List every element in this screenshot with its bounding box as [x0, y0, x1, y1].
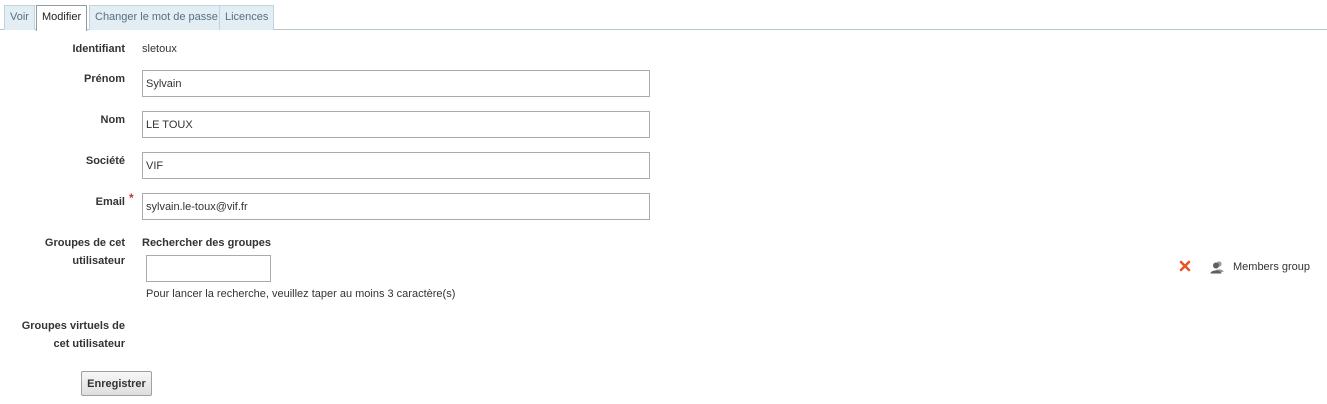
search-hint: Pour lancer la recherche, veuillez taper…: [146, 288, 456, 300]
groups-label-line1: Groupes de cet: [44, 237, 125, 249]
save-button[interactable]: Enregistrer: [81, 371, 152, 396]
required-marker: *: [129, 191, 134, 205]
identifiant-label: Identifiant: [72, 43, 125, 55]
nom-label: Nom: [100, 114, 125, 126]
tab-voir[interactable]: Voir: [4, 5, 35, 30]
virtual-groups-label-line2: cet utilisateur: [53, 338, 125, 350]
search-groups-title: Rechercher des groupes: [142, 237, 271, 249]
members-group-name: Members group: [1233, 261, 1311, 273]
remove-x-icon[interactable]: [1178, 259, 1192, 273]
email-field[interactable]: [142, 193, 650, 220]
groups-label: Groupes de cet utilisateur: [0, 234, 125, 270]
prenom-field[interactable]: [142, 70, 650, 97]
groups-label-line2: utilisateur: [72, 255, 125, 267]
identifiant-value: sletoux: [142, 43, 177, 55]
societe-field[interactable]: [142, 152, 650, 179]
virtual-groups-label-line1: Groupes virtuels de: [21, 320, 125, 332]
societe-label: Société: [85, 155, 125, 167]
virtual-groups-label: Groupes virtuels de cet utilisateur: [0, 317, 125, 353]
tab-licences[interactable]: Licences: [219, 5, 275, 30]
group-search-input[interactable]: [146, 255, 271, 282]
tab-changer-mot-de-passe[interactable]: Changer le mot de passe: [89, 5, 224, 30]
tab-bar: Voir Modifier Changer le mot de passe Li…: [0, 0, 1327, 31]
nom-field[interactable]: [142, 111, 650, 138]
group-icon: [1210, 261, 1224, 274]
email-label: Email: [95, 196, 125, 208]
tab-modifier[interactable]: Modifier: [36, 5, 88, 31]
prenom-label: Prénom: [84, 73, 125, 85]
